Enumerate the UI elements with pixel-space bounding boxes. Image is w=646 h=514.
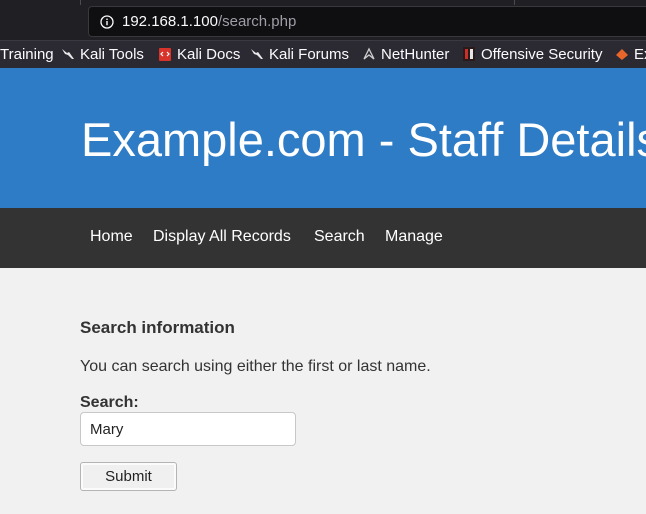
- nav-home[interactable]: Home: [90, 228, 133, 246]
- nethunter-icon: [363, 47, 375, 60]
- bookmark-label: Kali Tools: [80, 46, 144, 63]
- main-nav: Home Display All Records Search Manage: [0, 208, 646, 268]
- url-bar[interactable]: 192.168.1.100/search.php: [88, 6, 646, 37]
- tab-separator: [514, 0, 515, 5]
- bookmark-label: Offensive Security: [481, 46, 603, 63]
- kali-dragon-icon: [62, 49, 74, 59]
- nav-display-all-records[interactable]: Display All Records: [153, 228, 291, 246]
- bookmark-kali-forums[interactable]: Kali Forums: [250, 46, 349, 64]
- bookmark-label: Kali Docs: [177, 46, 241, 63]
- bookmark-exploit-db[interactable]: Ex: [615, 46, 646, 64]
- url-host: 192.168.1.100: [122, 13, 218, 30]
- exploit-db-icon: [616, 49, 628, 60]
- bookmark-offensive-security[interactable]: Offensive Security: [462, 46, 602, 64]
- nav-search[interactable]: Search: [314, 228, 365, 246]
- site-header: Example.com - Staff Details: [0, 68, 646, 208]
- offsec-icon: [463, 47, 475, 61]
- bookmark-kali-tools[interactable]: Kali Tools: [61, 46, 144, 64]
- site-title: Example.com - Staff Details: [81, 113, 646, 166]
- search-description: You can search using either the first or…: [80, 358, 431, 375]
- submit-button[interactable]: Submit: [80, 462, 177, 491]
- url-text[interactable]: 192.168.1.100/search.php: [122, 13, 296, 30]
- search-label: Search:: [80, 394, 139, 411]
- nav-manage[interactable]: Manage: [385, 228, 443, 246]
- bookmark-label: Ex: [634, 46, 646, 63]
- bookmark-label: Kali Forums: [269, 46, 350, 63]
- kali-dragon-icon: [251, 49, 263, 59]
- tab-separator: [80, 0, 81, 5]
- bookmark-training[interactable]: Training: [0, 46, 54, 64]
- bookmarks-toolbar: Training Kali Tools Kali Docs Kali Forum…: [0, 40, 646, 68]
- search-input[interactable]: [80, 412, 296, 446]
- info-icon[interactable]: [100, 15, 114, 29]
- url-path: /search.php: [217, 13, 297, 30]
- bookmark-label: Training: [0, 46, 54, 63]
- kali-docs-icon: [159, 48, 171, 61]
- bookmark-label: NetHunter: [381, 46, 450, 63]
- bookmark-kali-docs[interactable]: Kali Docs: [158, 46, 240, 64]
- browser-toolbar: 192.168.1.100/search.php: [0, 0, 646, 40]
- bookmark-nethunter[interactable]: NetHunter: [362, 46, 449, 64]
- section-heading: Search information: [80, 318, 235, 337]
